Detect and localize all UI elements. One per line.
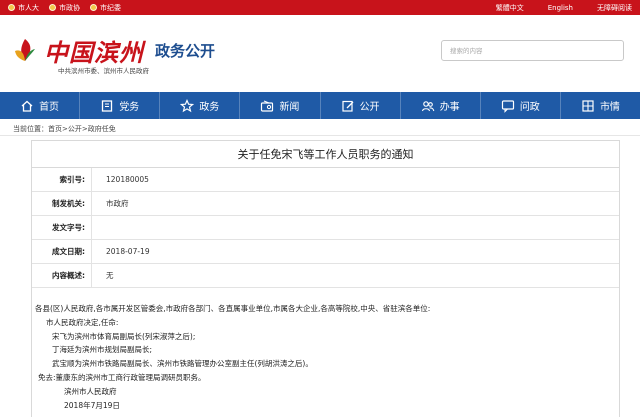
nav-label: 首页 <box>39 102 60 113</box>
article-panel: 关于任免宋飞等工作人员职务的通知 索引号: 120180005 制发机关: 市政… <box>31 140 620 417</box>
emblem-icon <box>49 4 56 11</box>
link-renda-label: 市人大 <box>18 3 39 12</box>
body-paragraph: 丁海廷为滨州市规划局副局长; <box>52 345 153 355</box>
link-jiwei[interactable]: 市纪委 <box>90 3 121 13</box>
english-link[interactable]: English <box>548 4 573 12</box>
nav-item-inquiry[interactable]: 问政 <box>481 92 561 119</box>
article-body: 各县(区)人民政府,各市属开发区管委会,市政府各部门、各直属事业单位,市属各大企… <box>32 288 619 412</box>
main-nav: 首页 党务 政务 新闻 公开 办事 问政 市情 <box>0 92 640 119</box>
search-input[interactable] <box>441 40 624 61</box>
traditional-chinese-link[interactable]: 繁體中文 <box>496 3 524 13</box>
chat-icon <box>501 99 514 113</box>
brand-logo-text: 中国滨州 <box>44 38 144 67</box>
article-title: 关于任免宋飞等工作人员职务的通知 <box>32 141 619 168</box>
nav-item-party[interactable]: 党务 <box>80 92 161 119</box>
body-paragraph: 宋飞为滨州市体育局副局长(列宋淑萍之后); <box>52 331 196 341</box>
body-paragraph: 武宝顺为滨州市铁路局副局长、滨州市铁路管理办公室副主任(列胡洪涛之后)。 <box>52 359 313 369</box>
nav-item-home[interactable]: 首页 <box>0 92 81 119</box>
nav-label: 党务 <box>119 102 140 113</box>
nav-label: 公开 <box>359 102 380 113</box>
nav-item-city-info[interactable]: 市情 <box>561 92 640 119</box>
nav-label: 问政 <box>519 102 540 113</box>
meta-key: 成文日期: <box>32 240 92 263</box>
meta-row-date: 成文日期: 2018-07-19 <box>32 240 619 264</box>
nav-item-government[interactable]: 政务 <box>160 92 241 119</box>
meta-key: 内容概述: <box>32 264 92 287</box>
nav-item-news[interactable]: 新闻 <box>240 92 321 119</box>
meta-key: 索引号: <box>32 168 92 191</box>
site-header: 中国滨州 政务公开 中共滨州市委、滨州市人民政府 <box>0 15 640 92</box>
meta-row-doc-number: 发文字号: <box>32 216 619 240</box>
nav-item-public[interactable]: 公开 <box>321 92 401 119</box>
accessibility-link[interactable]: 无障碍阅读 <box>597 3 632 13</box>
meta-value: 市政府 <box>106 199 129 208</box>
meta-key: 制发机关: <box>32 192 92 215</box>
link-zhengxie[interactable]: 市政协 <box>49 3 80 13</box>
breadcrumb[interactable]: 当前位置：首页>公开>政府任免 <box>13 124 116 134</box>
nav-item-services[interactable]: 办事 <box>401 92 481 119</box>
meta-row-index: 索引号: 120180005 <box>32 168 619 192</box>
grid-icon <box>582 99 594 112</box>
related-site-links: 市人大 市政协 市纪委 <box>8 0 121 15</box>
brand-organization: 中共滨州市委、滨州市人民政府 <box>58 67 149 75</box>
signature-org: 滨州市人民政府 <box>64 386 117 396</box>
logo-icon <box>15 39 35 61</box>
emblem-icon <box>8 4 15 11</box>
people-icon <box>421 100 435 111</box>
signature-date: 2018年7月19日 <box>64 400 120 410</box>
book-icon <box>102 99 113 112</box>
link-zhengxie-label: 市政协 <box>59 3 80 12</box>
nav-label: 办事 <box>439 102 460 113</box>
brand-subtitle: 政务公开 <box>155 42 216 60</box>
star-icon <box>180 98 195 112</box>
radio-icon <box>261 100 274 112</box>
language-links: 繁體中文 English 无障碍阅读 <box>496 0 632 15</box>
link-jiwei-label: 市纪委 <box>100 3 121 12</box>
nav-label: 市情 <box>599 102 620 113</box>
meta-value: 2018-07-19 <box>106 247 150 256</box>
nav-label: 政务 <box>199 102 220 113</box>
meta-value: 120180005 <box>106 175 149 184</box>
meta-row-summary: 内容概述: 无 <box>32 264 619 288</box>
body-paragraph: 各县(区)人民政府,各市属开发区管委会,市政府各部门、各直属事业单位,市属各大企… <box>35 304 431 313</box>
meta-value: 无 <box>106 271 114 280</box>
home-icon <box>21 100 33 112</box>
body-paragraph: 市人民政府决定,任命: <box>46 317 119 327</box>
body-paragraph: 免去:董康东的滨州市工商行政管理局调研员职务。 <box>38 372 206 382</box>
meta-row-issuer: 制发机关: 市政府 <box>32 192 619 216</box>
emblem-icon <box>90 4 97 11</box>
breadcrumb-divider <box>0 135 640 136</box>
top-utility-bar: 市人大 市政协 市纪委 繁體中文 English 无障碍阅读 <box>0 0 640 15</box>
meta-key: 发文字号: <box>32 216 92 239</box>
nav-label: 新闻 <box>279 102 300 113</box>
link-renda[interactable]: 市人大 <box>8 3 39 13</box>
edit-icon <box>341 100 354 112</box>
